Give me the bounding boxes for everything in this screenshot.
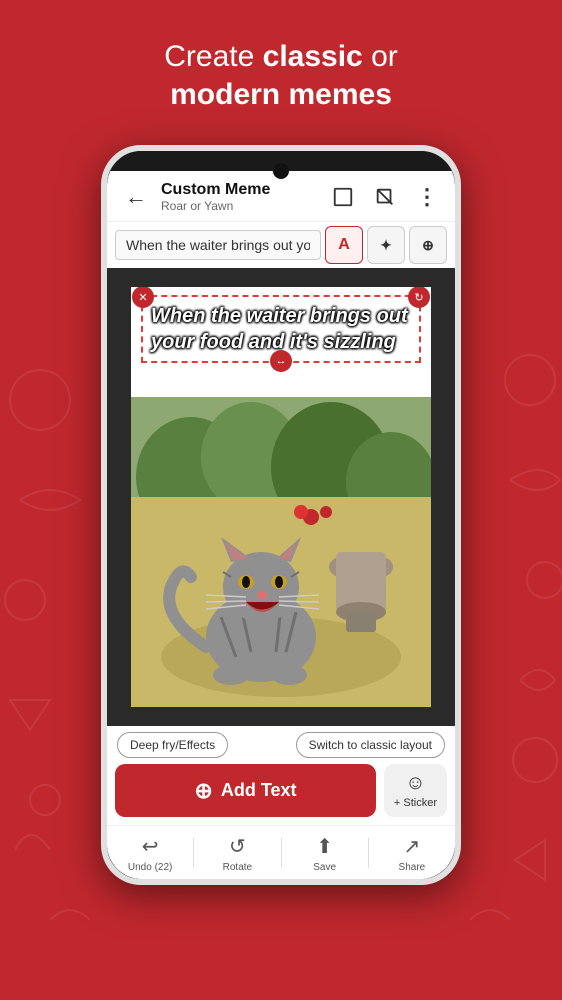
- buttons-row: Deep fry/Effects Switch to classic layou…: [107, 726, 455, 764]
- meme-overlay-text: When the waiter brings out your food and…: [151, 303, 411, 355]
- app-bar-icons: ⋮: [327, 181, 443, 213]
- nav-undo[interactable]: ↩ Undo (22): [107, 826, 193, 879]
- title-group: Custom Meme Roar or Yawn: [161, 181, 319, 213]
- crop-icon-button[interactable]: [369, 181, 401, 213]
- handle-bottom[interactable]: ↔: [270, 350, 292, 372]
- handle-top-left[interactable]: ✕: [132, 287, 154, 308]
- nav-rotate[interactable]: ↺ Rotate: [194, 826, 280, 879]
- bottom-controls: Deep fry/Effects Switch to classic layou…: [107, 726, 455, 879]
- switch-layout-button[interactable]: Switch to classic layout: [296, 732, 445, 758]
- square-icon-button[interactable]: [327, 181, 359, 213]
- text-input-bar: A ✦ ⊕: [107, 221, 455, 268]
- phone-screen: ← Custom Meme Roar or Yawn ⋮: [107, 151, 455, 879]
- move-button[interactable]: ⊕: [409, 226, 447, 264]
- rotate-icon: ↺: [229, 834, 246, 859]
- phone-notch: [273, 163, 289, 179]
- add-text-row: ⊕ Add Text ☺ + Sticker: [107, 764, 455, 825]
- font-style-button[interactable]: A: [325, 226, 363, 264]
- meme-canvas: ✕ ↻ ↔ When the waiter brings out your fo…: [131, 287, 431, 707]
- nav-save[interactable]: ⬆ Save: [282, 826, 368, 879]
- header-line2: modern memes: [0, 76, 562, 114]
- phone-mockup: ← Custom Meme Roar or Yawn ⋮: [101, 145, 461, 885]
- app-title: Custom Meme: [161, 181, 319, 199]
- plus-icon: ⊕: [194, 778, 212, 804]
- back-button[interactable]: ←: [119, 182, 153, 212]
- sticker-button[interactable]: ☺ + Sticker: [384, 764, 447, 817]
- text-overlay-container[interactable]: ✕ ↻ ↔ When the waiter brings out your fo…: [131, 287, 431, 371]
- format-icons: A ✦ ⊕: [325, 226, 447, 264]
- header-line1: Create classic or: [0, 38, 562, 76]
- more-options-button[interactable]: ⋮: [411, 181, 443, 213]
- add-text-button[interactable]: ⊕ Add Text: [115, 764, 376, 817]
- app-subtitle: Roar or Yawn: [161, 199, 319, 213]
- save-icon: ⬆: [316, 834, 333, 859]
- sticker-format-button[interactable]: ✦: [367, 226, 405, 264]
- meme-text-input[interactable]: [115, 230, 321, 260]
- share-icon: ↗: [403, 834, 420, 859]
- deep-fry-button[interactable]: Deep fry/Effects: [117, 732, 228, 758]
- nav-share[interactable]: ↗ Share: [369, 826, 455, 879]
- header-section: Create classic or modern memes: [0, 38, 562, 113]
- sticker-icon: ☺: [405, 772, 425, 795]
- canvas-area: ✕ ↻ ↔ When the waiter brings out your fo…: [107, 268, 455, 726]
- undo-icon: ↩: [142, 834, 159, 859]
- text-overlay-box[interactable]: ✕ ↻ ↔ When the waiter brings out your fo…: [141, 295, 421, 363]
- handle-top-right[interactable]: ↻: [408, 287, 430, 308]
- cat-image-area: [131, 397, 431, 707]
- bottom-nav: ↩ Undo (22) ↺ Rotate ⬆ Save ↗ Share: [107, 825, 455, 879]
